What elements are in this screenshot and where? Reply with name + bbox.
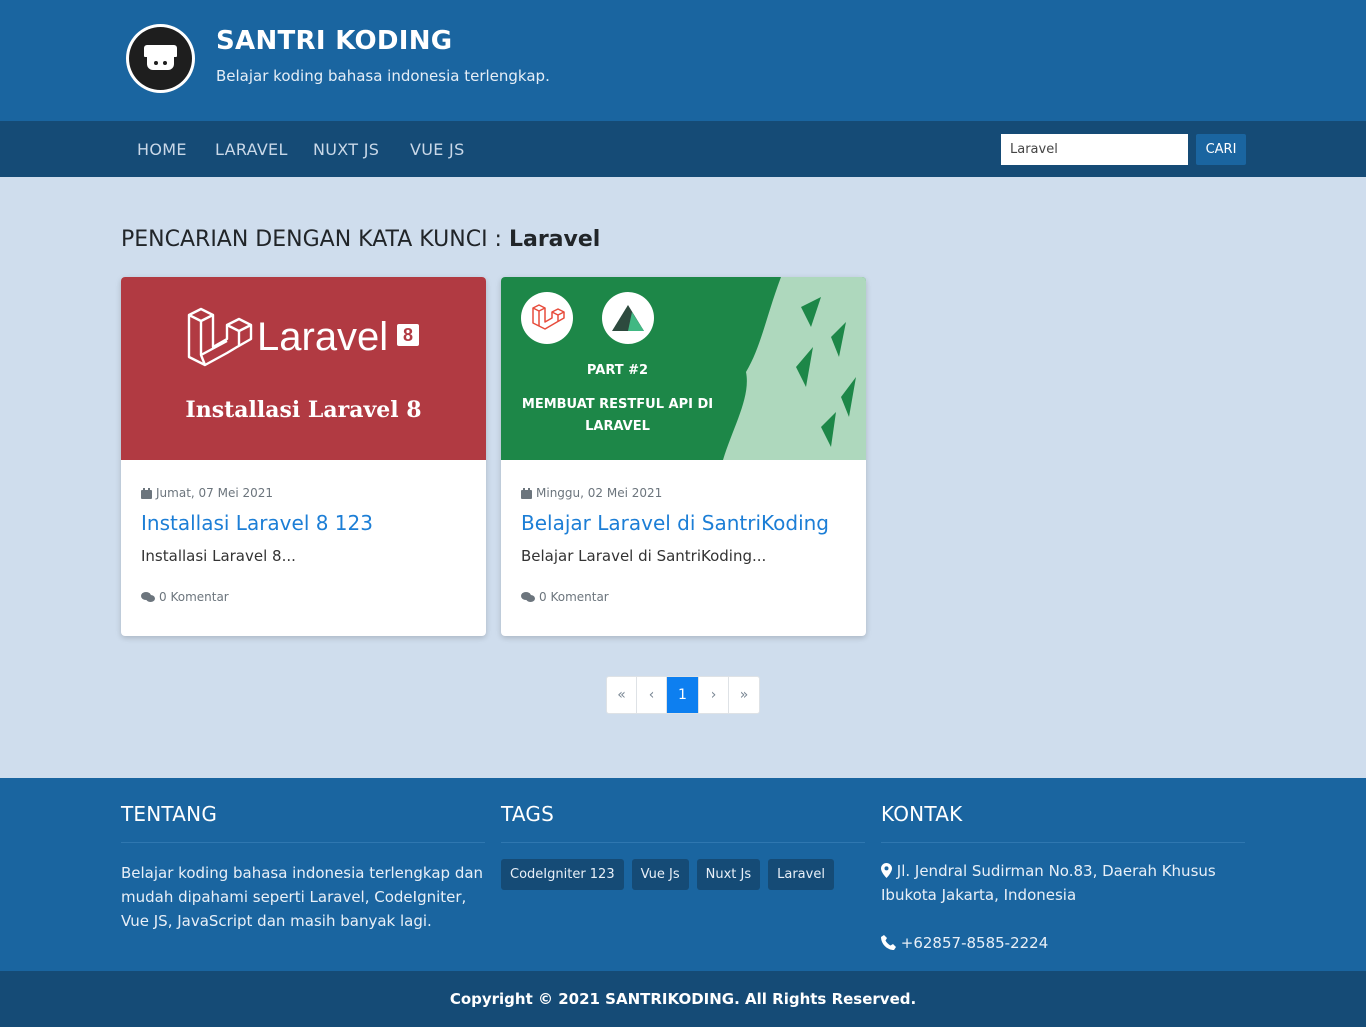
post-date-text: Jumat, 07 Mei 2021 [156,486,274,500]
calendar-icon [521,487,532,499]
thumbnail-part-label: PART #2 [586,363,649,378]
thumbnail-caption-line2: LARAVEL [585,419,650,434]
post-comments-text: 0 Komentar [539,590,609,604]
laravel-logo-icon [521,292,573,344]
pagination-prev[interactable]: ‹ [637,677,667,713]
footer-tags-heading: TAGS [501,802,554,826]
post-date-text: Minggu, 02 Mei 2021 [536,486,663,500]
contact-phone-text: +62857-8585-2224 [900,934,1049,952]
post-thumbnail[interactable]: Laravel 8 Installasi Laravel 8 [121,277,486,460]
post-thumbnail[interactable]: PART #2 MEMBUAT RESTFUL API DI LARAVEL [501,277,866,460]
post-date: Jumat, 07 Mei 2021 [141,486,273,500]
map-marker-icon [881,863,892,878]
post-excerpt: Belajar Laravel di SantriKoding... [521,547,767,565]
post-comments: 0 Komentar [521,590,609,604]
pagination: « ‹ 1 › » [606,676,760,714]
thumbnail-caption-line1: MEMBUAT RESTFUL API DI [521,397,714,412]
pagination-next[interactable]: › [699,677,729,713]
footer-divider [501,842,865,843]
pagination-last[interactable]: » [729,677,759,713]
search-results-heading: PENCARIAN DENGAN KATA KUNCI : Laravel [121,227,600,252]
tag-laravel[interactable]: Laravel [768,859,834,890]
tag-list: CodeIgniter 123 Vue Js Nuxt Js Laravel [501,859,834,890]
contact-phone: +62857-8585-2224 [881,931,1245,955]
footer-about-heading: TENTANG [121,802,218,826]
laravel-brand-text: Laravel [257,315,389,359]
contact-address: Jl. Jendral Sudirman No.83, Daerah Khusu… [881,859,1245,907]
post-date: Minggu, 02 Mei 2021 [521,486,662,500]
footer-about-text: Belajar koding bahasa indonesia terlengk… [121,864,484,930]
tag-nuxt-js[interactable]: Nuxt Js [696,859,761,890]
nav-item-laravel[interactable]: LARAVEL [215,140,288,159]
post-title-link[interactable]: Belajar Laravel di SantriKoding [521,511,829,535]
phone-icon [881,935,896,950]
tag-vue-js[interactable]: Vue Js [631,859,689,890]
pagination-first[interactable]: « [607,677,637,713]
comments-icon [521,591,535,602]
copyright-bar: Copyright © 2021 SANTRIKODING. All Right… [0,971,1366,1027]
pagination-page-current[interactable]: 1 [667,677,699,713]
thumbnail-caption: Installasi Laravel 8 [185,397,422,423]
post-title-link[interactable]: Installasi Laravel 8 123 [141,511,373,535]
site-logo[interactable] [126,24,195,93]
site-tagline: Belajar koding bahasa indonesia terlengk… [216,67,550,85]
contact-address-text: Jl. Jendral Sudirman No.83, Daerah Khusu… [881,862,1216,904]
santri-mascot-icon [129,27,192,90]
nuxt-logo-icon [602,292,654,344]
site-header: SANTRI KODING Belajar koding bahasa indo… [0,0,1366,121]
search-button[interactable]: CARI [1196,134,1246,165]
site-footer: TENTANG Belajar koding bahasa indonesia … [0,778,1366,971]
calendar-icon [141,487,152,499]
post-card[interactable]: Laravel 8 Installasi Laravel 8 Jumat, 07… [121,277,486,636]
nav-item-nuxt-js[interactable]: NUXT JS [313,140,379,159]
nav-item-vue-js[interactable]: VUE JS [410,140,465,159]
footer-contact-heading: KONTAK [881,802,963,826]
search-keyword: Laravel [508,227,601,252]
post-excerpt: Installasi Laravel 8... [141,547,296,565]
nav-item-home[interactable]: HOME [137,140,187,159]
laravel-version-badge: 8 [397,324,419,346]
laravel-logo-icon [187,307,253,367]
post-comments-text: 0 Komentar [159,590,229,604]
footer-divider [121,842,485,843]
comments-icon [141,591,155,602]
post-card[interactable]: PART #2 MEMBUAT RESTFUL API DI LARAVEL M… [501,277,866,636]
search-input[interactable] [1001,134,1188,165]
post-comments: 0 Komentar [141,590,229,604]
tag-codeigniter[interactable]: CodeIgniter 123 [501,859,624,890]
footer-divider [881,842,1245,843]
search-heading-prefix: PENCARIAN DENGAN KATA KUNCI : [121,227,509,252]
site-title[interactable]: SANTRI KODING [216,26,452,56]
